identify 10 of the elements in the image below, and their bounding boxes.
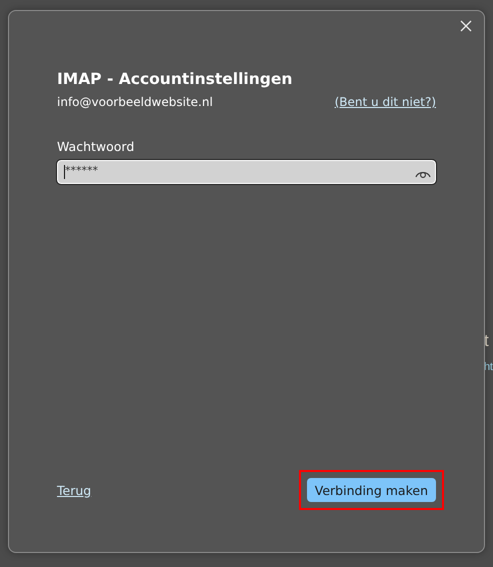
background-text: t (484, 331, 490, 351)
account-email: info@voorbeeldwebsite.nl (57, 95, 213, 109)
text-cursor (64, 165, 65, 179)
connect-button[interactable]: Verbinding maken (306, 478, 436, 502)
password-label: Wachtwoord (57, 139, 136, 154)
back-link[interactable]: Terug (57, 482, 92, 498)
not-you-link[interactable]: (Bent u dit niet?) (334, 95, 436, 109)
close-icon[interactable] (460, 20, 472, 32)
dialog-title: IMAP - Accountinstellingen (57, 70, 294, 88)
password-field[interactable]: ****** (57, 160, 436, 184)
